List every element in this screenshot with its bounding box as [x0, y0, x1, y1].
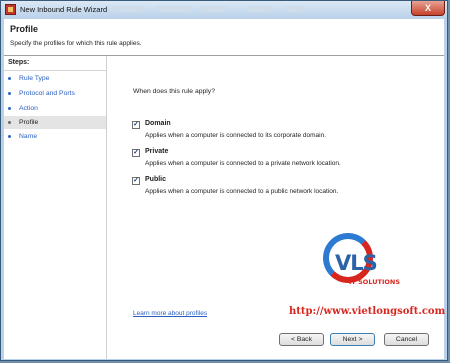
logo-tagline: IT SOLUTIONS	[349, 278, 401, 286]
steps-label: Steps:	[8, 59, 30, 66]
steps-panel: Steps: Rule Type Protocol and Ports Acti…	[4, 56, 107, 359]
step-label: Name	[19, 133, 38, 140]
title-bar[interactable]: New Inbound Rule Wizard X	[1, 1, 447, 19]
firewall-icon	[5, 4, 16, 15]
bullet-icon	[8, 92, 11, 95]
step-label: Protocol and Ports	[19, 90, 75, 97]
option-description: Applies when a computer is connected to …	[145, 132, 327, 139]
close-button[interactable]: X	[411, 1, 445, 16]
step-name[interactable]: Name	[4, 130, 106, 143]
close-icon: X	[424, 3, 431, 13]
step-label: Action	[19, 105, 38, 112]
window-title: New Inbound Rule Wizard	[20, 5, 108, 14]
logo-text: VLS	[335, 251, 378, 275]
back-button[interactable]: < Back	[279, 333, 324, 346]
wizard-window: New Inbound Rule Wizard X Profile Specif…	[0, 0, 448, 361]
checkmark-icon: ✓	[133, 177, 139, 184]
next-button[interactable]: Next >	[330, 333, 375, 346]
background-tab-ghost	[156, 6, 192, 12]
background-tab-ghost	[113, 6, 143, 12]
learn-more-link[interactable]: Learn more about profiles	[133, 310, 207, 317]
step-profile[interactable]: Profile	[4, 116, 106, 129]
page-header: Profile Specify the profiles for which t…	[4, 19, 444, 56]
bullet-icon	[8, 77, 11, 80]
checkmark-icon: ✓	[133, 121, 139, 128]
background-tab-ghost	[285, 6, 303, 12]
watermark-logo: VLS IT SOLUTIONS http://www.vietlongsoft…	[279, 227, 445, 324]
checkmark-icon: ✓	[133, 149, 139, 156]
step-rule-type[interactable]: Rule Type	[4, 72, 106, 85]
step-action[interactable]: Action	[4, 102, 106, 115]
option-name: Public	[145, 176, 167, 183]
domain-checkbox[interactable]: ✓	[132, 121, 140, 129]
option-description: Applies when a computer is connected to …	[145, 188, 339, 195]
background-tab-ghost	[201, 6, 227, 12]
bullet-icon	[8, 107, 11, 110]
step-label: Profile	[19, 119, 39, 126]
bullet-icon	[8, 135, 11, 138]
bullet-icon	[8, 121, 11, 124]
question-text: When does this rule apply?	[133, 88, 215, 95]
page-title: Profile	[10, 24, 39, 34]
option-name: Domain	[145, 120, 171, 127]
option-description: Applies when a computer is connected to …	[145, 160, 341, 167]
step-label: Rule Type	[19, 75, 50, 82]
step-protocol-and-ports[interactable]: Protocol and Ports	[4, 87, 106, 100]
cancel-button[interactable]: Cancel	[384, 333, 429, 346]
steps-divider	[4, 70, 106, 71]
page-subtitle: Specify the profiles for which this rule…	[10, 40, 142, 47]
option-name: Private	[145, 148, 169, 155]
public-checkbox[interactable]: ✓	[132, 177, 140, 185]
watermark-url: http://www.vietlongsoft.com	[289, 306, 446, 317]
background-tab-ghost	[247, 6, 271, 12]
private-checkbox[interactable]: ✓	[132, 149, 140, 157]
